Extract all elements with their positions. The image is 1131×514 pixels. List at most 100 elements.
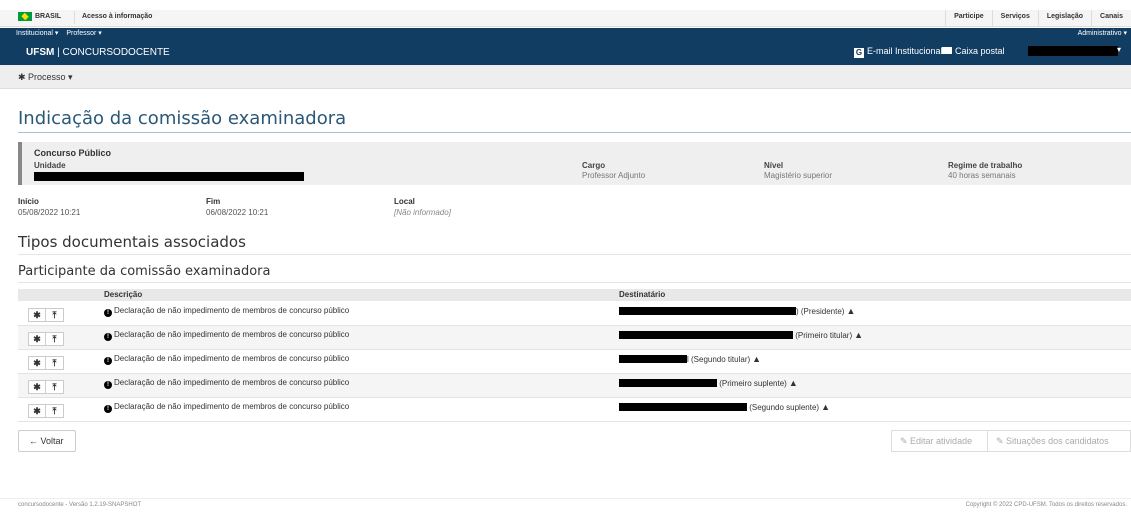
editar-atividade-button[interactable]: ✎ Editar atividade: [891, 430, 988, 452]
row-destinatario: ) (Presidente) ▲: [619, 306, 855, 316]
email-institucional-link[interactable]: G E-mail Institucional: [854, 46, 943, 58]
col-destinatario: Destinatário: [619, 290, 666, 299]
local-label: Local: [394, 197, 415, 206]
process-bar: ✱ Processo ▾: [0, 65, 1131, 89]
inicio-value: 05/08/2022 10:21: [18, 208, 81, 217]
row-destinatario: (Primeiro titular) ▲: [619, 330, 863, 340]
name-redacted: [619, 355, 687, 363]
menu-institucional[interactable]: Institucional ▾: [16, 30, 58, 37]
concurso-publico-heading: Concurso Público: [34, 148, 112, 158]
row-actions: ✱ ⤒: [28, 308, 64, 322]
gov-bar: BRASIL Acesso à informação Participe Ser…: [0, 10, 1131, 27]
name-redacted: [619, 307, 796, 315]
concurso-info-panel: Concurso Público Unidade Cargo Professor…: [18, 142, 1131, 185]
row-descricao: ! Declaração de não impedimento de membro…: [104, 354, 349, 365]
cargo-label: Cargo: [582, 161, 606, 170]
role-text: (Primeiro suplente): [717, 379, 787, 388]
acesso-informacao-link[interactable]: Acesso à informação: [82, 13, 152, 20]
user-menu-caret-icon[interactable]: ▾: [1117, 45, 1121, 54]
row-destinatario: (Segundo suplente) ▲: [619, 402, 830, 412]
email-label: E-mail Institucional: [867, 46, 943, 56]
participante-heading: Participante da comissão examinadora: [18, 264, 271, 279]
brand-separator: |: [54, 47, 63, 58]
descricao-text: Declaração de não impedimento de membros…: [114, 378, 350, 387]
warning-icon[interactable]: ▲: [846, 306, 855, 316]
google-icon: G: [854, 48, 864, 58]
unidade-value-redacted: [34, 172, 304, 181]
footer-divider: [0, 498, 1131, 499]
upload-button[interactable]: ⤒: [46, 308, 64, 322]
upload-button[interactable]: ⤒: [46, 404, 64, 418]
row-descricao: ! Declaração de não impedimento de membro…: [104, 378, 349, 389]
row-actions: ✱ ⤒: [28, 404, 64, 418]
upload-button[interactable]: ⤒: [46, 332, 64, 346]
col-descricao: Descrição: [104, 290, 143, 299]
local-value: [Não informado]: [394, 208, 451, 217]
table-row: ✱ ⤒ ! Declaração de não impedimento de me…: [18, 302, 1131, 326]
asterisk-button[interactable]: ✱: [28, 356, 46, 370]
tipos-heading: Tipos documentais associados: [18, 233, 246, 251]
brand-ufsm: UFSM: [26, 47, 55, 58]
table-row: ✱ ⤒ ! Declaração de não impedimento de me…: [18, 350, 1131, 374]
descricao-text: Declaração de não impedimento de membros…: [114, 330, 350, 339]
exclamation-circle-icon: !: [104, 333, 112, 341]
row-destinatario: l (Segundo titular) ▲: [619, 354, 761, 364]
asterisk-button[interactable]: ✱: [28, 380, 46, 394]
brand-name: CONCURSODOCENTE: [62, 47, 170, 58]
exclamation-circle-icon: !: [104, 357, 112, 365]
warning-icon[interactable]: ▲: [752, 354, 761, 364]
regime-label: Regime de trabalho: [948, 161, 1023, 170]
page-title: Indicação da comissão examinadora: [18, 108, 347, 129]
canais-link[interactable]: Canais: [1091, 10, 1131, 26]
menu-professor[interactable]: Professor ▾: [66, 30, 101, 37]
table-row: ✱ ⤒ ! Declaração de não impedimento de me…: [18, 326, 1131, 350]
situacoes-candidatos-button[interactable]: ✎ Situações dos candidatos: [987, 430, 1131, 452]
upload-button[interactable]: ⤒: [46, 356, 64, 370]
row-actions: ✱ ⤒: [28, 356, 64, 370]
warning-icon[interactable]: ▲: [789, 378, 798, 388]
fim-value: 06/08/2022 10:21: [206, 208, 269, 217]
row-actions: ✱ ⤒: [28, 380, 64, 394]
row-actions: ✱ ⤒: [28, 332, 64, 346]
top-menus: Institucional ▾ Professor ▾: [16, 29, 108, 37]
footer-copyright: Copyright © 2022 CPD-UFSM. Todos os dire…: [965, 502, 1127, 508]
user-name-redacted[interactable]: [1028, 46, 1118, 56]
menu-administrativo[interactable]: Administrativo ▾: [1078, 29, 1127, 37]
brasil-link[interactable]: BRASIL: [35, 13, 61, 20]
system-header: Institucional ▾ Professor ▾ Administrati…: [0, 28, 1131, 65]
asterisk-button[interactable]: ✱: [28, 332, 46, 346]
nivel-value: Magistério superior: [764, 171, 833, 180]
divider: [18, 282, 1131, 283]
warning-icon[interactable]: ▲: [821, 402, 830, 412]
processo-menu[interactable]: ✱ Processo ▾: [18, 72, 73, 83]
gov-links: Participe Serviços Legislação Canais: [945, 10, 1131, 26]
servicos-link[interactable]: Serviços: [991, 10, 1038, 26]
fim-label: Fim: [206, 197, 221, 206]
name-redacted: [619, 331, 793, 339]
upload-button[interactable]: ⤒: [46, 380, 64, 394]
voltar-button[interactable]: ← Voltar: [18, 430, 76, 452]
asterisk-button[interactable]: ✱: [28, 404, 46, 418]
participe-link[interactable]: Participe: [945, 10, 992, 26]
cargo-value: Professor Adjunto: [582, 171, 646, 180]
role-text: l (Segundo titular): [687, 355, 751, 364]
legislacao-link[interactable]: Legislação: [1037, 10, 1091, 26]
warning-icon[interactable]: ▲: [854, 330, 863, 340]
caixa-postal-link[interactable]: Caixa postal: [942, 46, 1005, 56]
role-text: ) (Presidente): [796, 307, 845, 316]
row-destinatario: (Primeiro suplente) ▲: [619, 378, 798, 388]
system-brand[interactable]: UFSM | CONCURSODOCENTE: [26, 47, 170, 58]
descricao-text: Declaração de não impedimento de membros…: [114, 402, 350, 411]
descricao-text: Declaração de não impedimento de membros…: [114, 306, 350, 315]
name-redacted: [619, 379, 717, 387]
asterisk-button[interactable]: ✱: [28, 308, 46, 322]
exclamation-circle-icon: !: [104, 309, 112, 317]
name-redacted: [619, 403, 747, 411]
table-row: ✱ ⤒ ! Declaração de não impedimento de me…: [18, 398, 1131, 422]
divider: [74, 11, 75, 24]
envelope-icon: [942, 47, 952, 54]
exclamation-circle-icon: !: [104, 381, 112, 389]
unidade-label: Unidade: [34, 161, 66, 170]
brazil-flag-icon[interactable]: [18, 12, 32, 21]
title-divider: [18, 132, 1131, 133]
